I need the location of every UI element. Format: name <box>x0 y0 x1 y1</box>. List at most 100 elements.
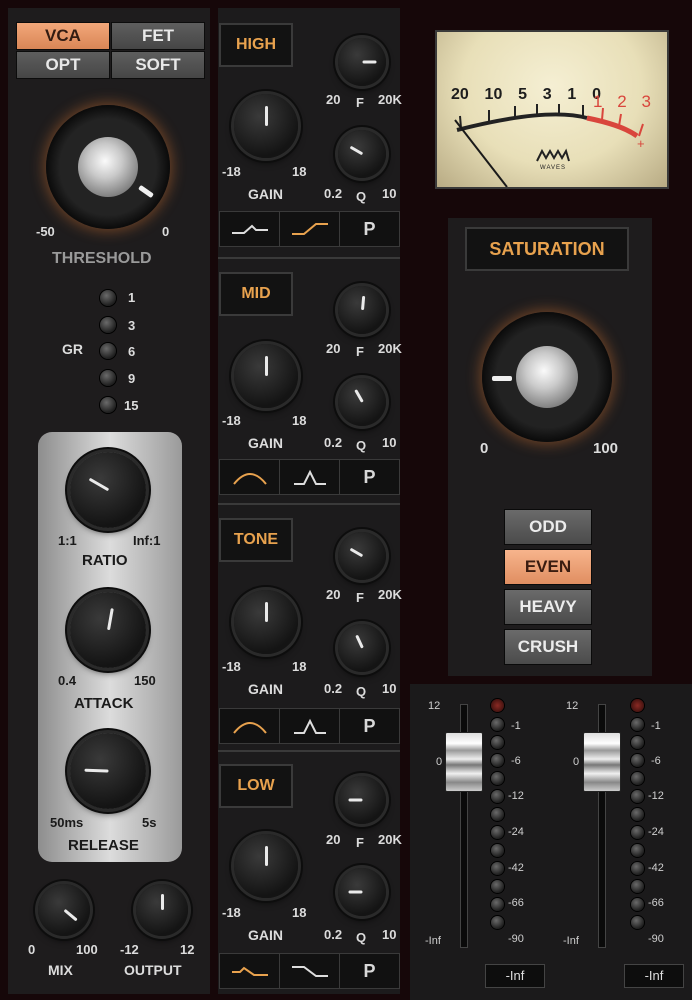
high-peak-p-button[interactable]: P <box>340 212 399 246</box>
mode-opt-button[interactable]: OPT <box>16 51 110 79</box>
tone-q-min: 0.2 <box>324 681 343 696</box>
gr-mark-9: 9 <box>128 371 136 386</box>
release-knob[interactable] <box>70 733 146 809</box>
band-high-button[interactable]: HIGH <box>219 23 293 67</box>
tone-notch-button[interactable] <box>280 709 340 743</box>
gr-mark-3: 3 <box>128 318 136 333</box>
tone-p-button[interactable]: P <box>340 709 399 743</box>
low-freq-knob[interactable] <box>338 776 386 824</box>
mid-bell-button[interactable] <box>220 460 280 494</box>
mode-fet-button[interactable]: FET <box>111 22 205 50</box>
high-q-knob[interactable] <box>338 130 386 178</box>
high-gain-knob[interactable] <box>234 94 298 158</box>
gr-led-1 <box>100 290 116 306</box>
low-gain-max: 18 <box>292 905 307 920</box>
meter-left-clip-led <box>491 699 504 712</box>
saturation-knob-indicator <box>492 376 512 381</box>
high-gain-max: 18 <box>292 164 307 179</box>
high-shelf-button[interactable] <box>280 212 340 246</box>
tone-filter-selector: P <box>219 708 400 744</box>
low-freq-min: 20 <box>326 832 341 847</box>
high-freq-max: 20K <box>378 92 402 107</box>
band-low-button[interactable]: LOW <box>219 764 293 808</box>
mid-freq-min: 20 <box>326 341 341 356</box>
output-knob[interactable] <box>136 884 188 936</box>
tone-freq-min: 20 <box>326 587 341 602</box>
vu-scale-red: 1 2 3 <box>593 92 651 112</box>
meter-right-readout: -Inf <box>624 964 684 988</box>
mode-vca-button[interactable]: VCA <box>16 22 110 50</box>
tone-bell-button[interactable] <box>220 709 280 743</box>
meter-right-fader[interactable] <box>583 732 621 792</box>
saturation-even-button[interactable]: EVEN <box>504 549 592 585</box>
tone-freq-label: F <box>356 590 364 605</box>
ratio-label: RATIO <box>82 552 128 569</box>
high-gain-min: -18 <box>222 164 241 179</box>
mid-p-button[interactable]: P <box>340 460 399 494</box>
saturation-min: 0 <box>480 440 489 457</box>
high-q-min: 0.2 <box>324 186 343 201</box>
vu-scale-black: 20 10 5 3 1 0 <box>451 86 601 104</box>
tone-q-knob[interactable] <box>338 624 386 672</box>
attack-knob[interactable] <box>70 592 146 668</box>
low-shelf-icon <box>291 966 328 977</box>
saturation-knob[interactable] <box>482 312 612 442</box>
meter-left-leds <box>491 718 504 934</box>
ratio-knob[interactable] <box>70 452 146 528</box>
release-label: RELEASE <box>68 837 139 854</box>
saturation-title-button[interactable]: SATURATION <box>465 227 629 271</box>
meter-left-readout: -Inf <box>485 964 545 988</box>
low-q-max: 10 <box>382 927 397 942</box>
tone-gain-max: 18 <box>292 659 307 674</box>
tone-freq-knob[interactable] <box>338 532 386 580</box>
threshold-knob[interactable] <box>46 105 170 229</box>
tone-gain-knob[interactable] <box>234 590 298 654</box>
low-shelf-soft-button[interactable] <box>220 954 280 988</box>
meter-left-db-24: -24 <box>508 826 524 838</box>
mix-knob[interactable] <box>38 884 90 936</box>
gr-label: GR <box>62 341 83 357</box>
band-mid-button[interactable]: MID <box>219 272 293 316</box>
gr-led-6 <box>100 343 116 359</box>
mid-gain-label: GAIN <box>248 435 283 451</box>
high-filter-selector: P <box>219 211 400 247</box>
mid-notch-button[interactable] <box>280 460 340 494</box>
saturation-odd-button[interactable]: ODD <box>504 509 592 545</box>
low-q-knob[interactable] <box>338 868 386 916</box>
mid-freq-knob[interactable] <box>338 286 386 334</box>
saturation-heavy-button[interactable]: HEAVY <box>504 589 592 625</box>
ratio-min: 1:1 <box>58 533 77 548</box>
high-q-max: 10 <box>382 186 397 201</box>
meter-left-db-90: -90 <box>508 933 524 945</box>
mid-q-label: Q <box>356 438 367 453</box>
release-min: 50ms <box>50 815 84 830</box>
peak-icon <box>293 469 326 485</box>
bell-icon <box>232 473 267 485</box>
meter-right-db-66: -66 <box>648 897 664 909</box>
threshold-knob-cap <box>78 137 138 197</box>
meter-left-db-66: -66 <box>508 897 524 909</box>
low-freq-max: 20K <box>378 832 402 847</box>
attack-label: ATTACK <box>74 695 134 712</box>
low-gain-knob[interactable] <box>234 834 298 898</box>
tone-q-max: 10 <box>382 681 397 696</box>
meter-left-fader[interactable] <box>445 732 483 792</box>
mode-soft-button[interactable]: SOFT <box>111 51 205 79</box>
high-freq-knob[interactable] <box>338 38 386 86</box>
mid-q-max: 10 <box>382 435 397 450</box>
mid-q-knob[interactable] <box>338 378 386 426</box>
mid-freq-max: 20K <box>378 341 402 356</box>
low-cut-button[interactable] <box>280 954 340 988</box>
mid-gain-knob[interactable] <box>234 344 298 408</box>
band-tone-button[interactable]: TONE <box>219 518 293 562</box>
gr-mark-15: 15 <box>124 398 139 413</box>
meter-right-db-1: -1 <box>651 720 661 732</box>
low-filter-selector: P <box>219 953 400 989</box>
low-shelf-soft-icon <box>231 966 268 976</box>
eq-divider <box>218 503 400 505</box>
low-p-button[interactable]: P <box>340 954 399 988</box>
meter-right-db-24: -24 <box>648 826 664 838</box>
saturation-crush-button[interactable]: CRUSH <box>504 629 592 665</box>
high-shelf-soft-button[interactable] <box>220 212 280 246</box>
ratio-max: Inf:1 <box>133 533 161 548</box>
